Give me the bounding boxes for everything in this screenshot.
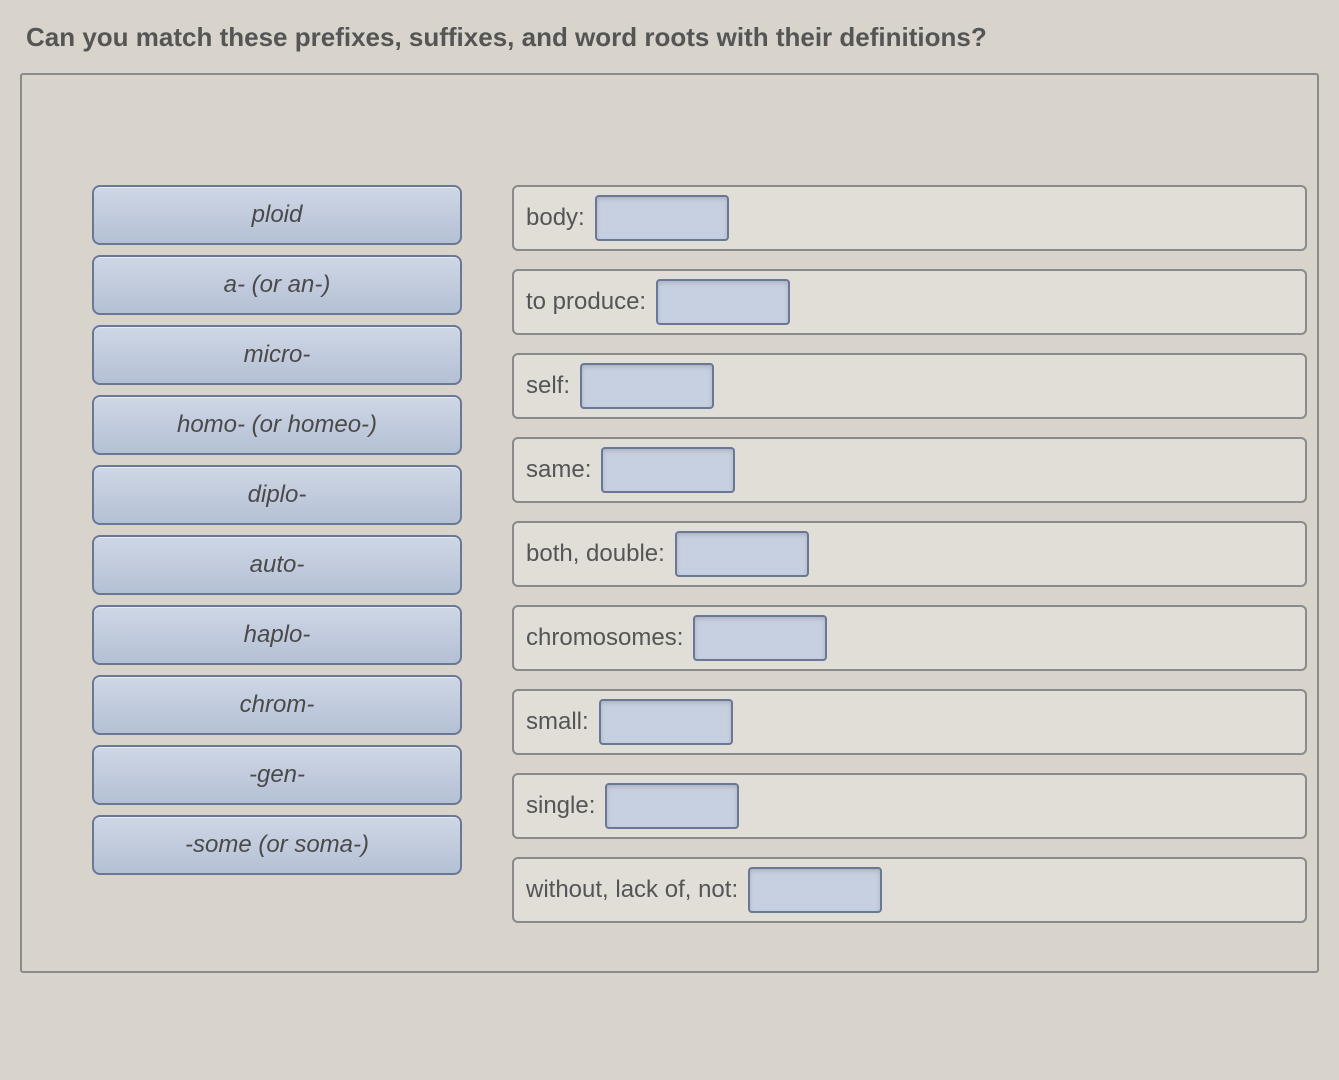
definition-row-single: single: (512, 773, 1307, 839)
dropzone-chromosomes[interactable] (693, 615, 827, 661)
definition-label: without, lack of, not: (526, 876, 738, 904)
term-tile-some[interactable]: -some (or soma-) (92, 815, 462, 875)
dropzone-without[interactable] (748, 867, 882, 913)
dropzone-same[interactable] (601, 447, 735, 493)
dropzone-to-produce[interactable] (656, 279, 790, 325)
definition-label: body: (526, 204, 585, 232)
definition-row-body: body: (512, 185, 1307, 251)
definition-label: chromosomes: (526, 624, 683, 652)
definition-label: self: (526, 372, 570, 400)
term-tile-homo[interactable]: homo- (or homeo-) (92, 395, 462, 455)
definition-label: small: (526, 708, 589, 736)
term-tile-micro[interactable]: micro- (92, 325, 462, 385)
definitions-column: body: to produce: self: same: both, doub… (512, 185, 1307, 923)
dropzone-body[interactable] (595, 195, 729, 241)
definition-label: both, double: (526, 540, 665, 568)
term-tile-diplo[interactable]: diplo- (92, 465, 462, 525)
definition-row-both-double: both, double: (512, 521, 1307, 587)
matching-frame: ploid a- (or an-) micro- homo- (or homeo… (20, 73, 1319, 973)
term-tile-ploid[interactable]: ploid (92, 185, 462, 245)
terms-column: ploid a- (or an-) micro- homo- (or homeo… (92, 185, 462, 875)
definition-label: to produce: (526, 288, 646, 316)
definition-row-without: without, lack of, not: (512, 857, 1307, 923)
term-tile-gen[interactable]: -gen- (92, 745, 462, 805)
question-title: Can you match these prefixes, suffixes, … (26, 22, 1319, 53)
definition-row-same: same: (512, 437, 1307, 503)
definition-label: same: (526, 456, 591, 484)
definition-label: single: (526, 792, 595, 820)
definition-row-self: self: (512, 353, 1307, 419)
term-tile-auto[interactable]: auto- (92, 535, 462, 595)
dropzone-self[interactable] (580, 363, 714, 409)
definition-row-chromosomes: chromosomes: (512, 605, 1307, 671)
definition-row-small: small: (512, 689, 1307, 755)
dropzone-single[interactable] (605, 783, 739, 829)
dropzone-both-double[interactable] (675, 531, 809, 577)
term-tile-haplo[interactable]: haplo- (92, 605, 462, 665)
term-tile-chrom[interactable]: chrom- (92, 675, 462, 735)
dropzone-small[interactable] (599, 699, 733, 745)
term-tile-a[interactable]: a- (or an-) (92, 255, 462, 315)
definition-row-to-produce: to produce: (512, 269, 1307, 335)
